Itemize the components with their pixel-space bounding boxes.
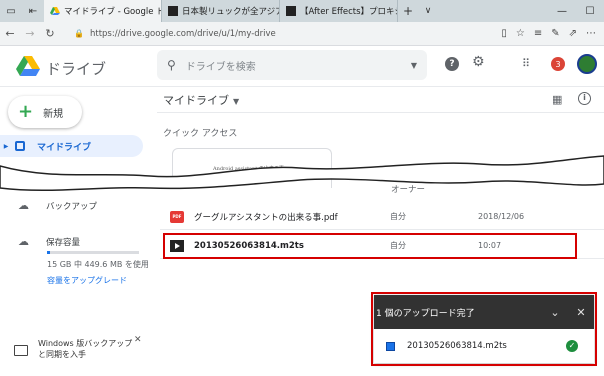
browser-tab-2[interactable]: 日本製リュックが全アジアで大ヒ <box>162 0 280 22</box>
main-divider <box>157 112 604 113</box>
browser-tab-drive[interactable]: マイドライブ - Google ドラ ✕ <box>44 0 162 22</box>
upgrade-storage-link[interactable]: 容量をアップグレード <box>47 275 127 286</box>
drive-favicon-icon <box>50 7 60 15</box>
storage-progress-bar <box>47 251 139 254</box>
file-owner: 自分 <box>390 212 406 221</box>
file-row[interactable]: PDF グーグルアシスタントの出来る事.pdf 自分 2018/12/06 <box>160 204 604 230</box>
favorite-star-icon[interactable]: ☆ <box>516 28 525 39</box>
grid-view-icon[interactable]: ▦ <box>552 93 562 106</box>
site-favicon-icon <box>286 6 296 16</box>
account-avatar[interactable] <box>577 54 597 74</box>
help-icon[interactable]: ? <box>445 57 459 71</box>
backup-promo-line-1: Windows 版バックアップ <box>38 339 133 348</box>
monitor-icon <box>14 345 28 356</box>
sidebar-item-label: 保存容量 <box>46 237 81 248</box>
chevron-down-icon: ▼ <box>233 97 240 106</box>
storage-progress-fill <box>47 251 50 254</box>
cloud-icon: ☁ <box>18 199 29 212</box>
file-modified: 2018/12/06 <box>478 212 525 221</box>
cloud-outline-icon: ☁ <box>18 235 29 248</box>
backup-promo[interactable]: Windows 版バックアップ と同期を入手 ✕ <box>6 335 144 360</box>
file-name: グーグルアシスタントの出来る事.pdf <box>194 212 338 223</box>
sidebar-item-label: バックアップ <box>46 201 98 212</box>
page-title[interactable]: マイドライブ ▼ <box>163 92 239 108</box>
share-icon[interactable]: ⇗ <box>569 28 577 39</box>
drive-search-input[interactable]: ⚲ ドライブを検索 ▼ <box>157 50 427 80</box>
apps-grid-icon[interactable]: ⠿ <box>522 57 530 70</box>
minimize-icon[interactable]: — <box>548 0 576 22</box>
plus-icon: + <box>18 101 34 122</box>
expand-arrow-icon[interactable]: ▶ <box>0 143 12 150</box>
highlight-box <box>371 292 597 366</box>
sidebar-item-storage[interactable]: ☁ 保存容量 <box>18 235 80 248</box>
quick-access-heading: クイック アクセス <box>163 129 238 139</box>
window-controls: — ☐ <box>548 0 604 22</box>
highlight-box <box>163 233 577 259</box>
lock-icon: 🔒 <box>74 29 84 38</box>
address-bar: ← → ↻ 🔒 https://drive.google.com/drive/u… <box>0 22 604 46</box>
pen-icon[interactable]: ✎ <box>551 28 559 39</box>
drive-logo-icon[interactable] <box>16 56 40 76</box>
browser-tab-3[interactable]: 【After Effects】プロキシ動画で <box>280 0 398 22</box>
url-text: https://drive.google.com/drive/u/1/my-dr… <box>89 28 276 39</box>
backup-promo-line-2: と同期を入手 <box>38 350 86 359</box>
browser-tab-bar: ▭ ⇤ マイドライブ - Google ドラ ✕ 日本製リュックが全アジアで大ヒ… <box>0 0 604 22</box>
search-options-icon[interactable]: ▼ <box>411 61 417 70</box>
sidebar-item-backup[interactable]: ☁ バックアップ <box>18 199 97 212</box>
forward-icon[interactable]: → <box>20 27 40 40</box>
maximize-icon[interactable]: ☐ <box>576 0 604 22</box>
header-divider <box>0 86 604 87</box>
tab-label: 【After Effects】プロキシ動画で <box>300 7 397 17</box>
site-favicon-icon <box>168 6 178 16</box>
new-button[interactable]: + 新規 <box>8 96 82 128</box>
owner-column-header[interactable]: オーナー <box>391 183 425 195</box>
refresh-icon[interactable]: ↻ <box>40 27 60 40</box>
tab-label: 日本製リュックが全アジアで大ヒ <box>182 7 279 17</box>
page-title-text: マイドライブ <box>163 94 229 107</box>
tab-list-icon[interactable]: ∨ <box>418 0 438 22</box>
close-icon[interactable]: ✕ <box>134 335 142 345</box>
back-icon[interactable]: ← <box>0 27 20 40</box>
tab-label: マイドライブ - Google ドラ <box>64 7 161 17</box>
search-placeholder: ドライブを検索 <box>185 61 256 73</box>
url-field[interactable]: 🔒 https://drive.google.com/drive/u/1/my-… <box>74 29 501 39</box>
notification-badge[interactable]: 3 <box>551 57 565 71</box>
more-menu-icon[interactable]: ⋯ <box>586 28 596 39</box>
set-aside-tabs-icon[interactable]: ⇤ <box>22 0 44 22</box>
settings-gear-icon[interactable]: ⚙ <box>472 55 485 69</box>
pdf-file-icon: PDF <box>170 210 184 223</box>
info-icon[interactable]: i <box>578 92 591 105</box>
search-icon: ⚲ <box>167 58 176 72</box>
torn-edge-overlay <box>0 155 604 192</box>
tab-preview-icon[interactable]: ▭ <box>0 0 22 22</box>
storage-usage-text: 15 GB 中 449.6 MB を使用 <box>47 260 149 269</box>
reading-view-icon[interactable]: ▯ <box>501 28 507 39</box>
new-tab-button[interactable]: + <box>398 0 418 22</box>
favorites-list-icon[interactable]: ≡ <box>534 28 542 39</box>
drive-brand-label: ドライブ <box>46 60 107 78</box>
new-button-label: 新規 <box>43 108 64 120</box>
